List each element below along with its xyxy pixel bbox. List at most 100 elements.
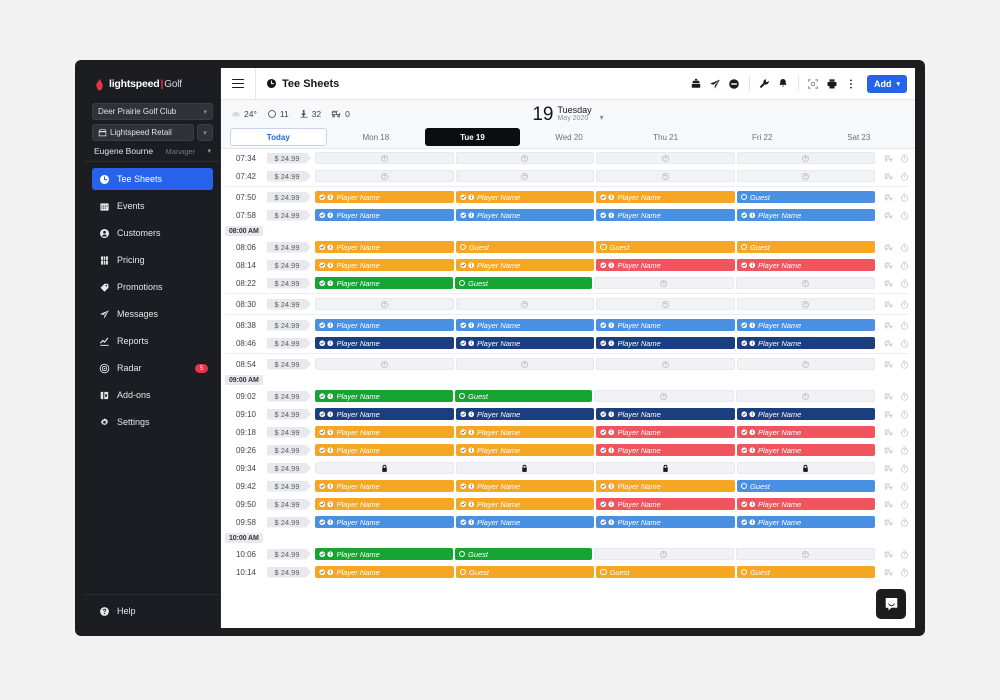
- golf-cart-icon[interactable]: [884, 568, 894, 577]
- day-tab-tue-19[interactable]: Tue 19: [425, 128, 520, 146]
- player-booking-slot[interactable]: Player Name: [315, 548, 453, 560]
- guest-booking-slot[interactable]: Guest: [736, 566, 875, 578]
- player-booking-slot[interactable]: Player Name: [455, 408, 594, 420]
- player-booking-slot[interactable]: Player Name: [596, 480, 735, 492]
- timer-icon[interactable]: [900, 321, 909, 330]
- empty-slot[interactable]: +: [596, 298, 735, 310]
- timer-icon[interactable]: [900, 261, 909, 270]
- golf-cart-icon[interactable]: [884, 154, 894, 163]
- empty-slot[interactable]: +: [315, 358, 454, 370]
- price-chip[interactable]: $ 24.99: [267, 549, 311, 560]
- empty-slot[interactable]: +: [315, 170, 454, 182]
- hamburger-icon[interactable]: [221, 68, 255, 99]
- timer-icon[interactable]: [900, 279, 909, 288]
- empty-slot[interactable]: +: [735, 548, 875, 560]
- guest-booking-slot[interactable]: Guest: [454, 390, 592, 402]
- guest-booking-slot[interactable]: Guest: [736, 241, 875, 253]
- app-selector[interactable]: Lightspeed Retail: [92, 124, 194, 141]
- guest-booking-slot[interactable]: Guest: [454, 277, 592, 289]
- sidebar-item-tee-sheets[interactable]: Tee Sheets: [92, 168, 213, 190]
- player-booking-slot[interactable]: Player Name: [596, 426, 735, 438]
- golf-cart-icon[interactable]: [884, 172, 894, 181]
- timer-icon[interactable]: [900, 392, 909, 401]
- empty-slot[interactable]: +: [735, 390, 875, 402]
- empty-slot[interactable]: +: [315, 298, 454, 310]
- day-tab-fri-22[interactable]: Fri 22: [715, 128, 810, 146]
- timer-icon[interactable]: [900, 300, 909, 309]
- timer-icon[interactable]: [900, 172, 909, 181]
- empty-slot[interactable]: +: [596, 358, 735, 370]
- player-booking-slot[interactable]: Player Name: [736, 209, 875, 221]
- golf-cart-icon[interactable]: [884, 193, 894, 202]
- sidebar-item-radar[interactable]: Radar 5: [92, 357, 213, 379]
- player-booking-slot[interactable]: Player Name: [596, 191, 735, 203]
- empty-slot[interactable]: +: [315, 152, 454, 164]
- price-chip[interactable]: $ 24.99: [267, 260, 311, 271]
- empty-slot[interactable]: +: [594, 548, 734, 560]
- player-booking-slot[interactable]: Player Name: [315, 191, 454, 203]
- player-booking-slot[interactable]: Player Name: [455, 191, 594, 203]
- player-booking-slot[interactable]: Player Name: [455, 319, 594, 331]
- empty-slot[interactable]: +: [736, 152, 875, 164]
- guest-booking-slot[interactable]: Guest: [596, 241, 735, 253]
- day-tab-today[interactable]: Today: [230, 128, 327, 146]
- golf-cart-icon[interactable]: [884, 550, 894, 559]
- day-tab-wed-20[interactable]: Wed 20: [522, 128, 617, 146]
- empty-slot[interactable]: +: [596, 170, 735, 182]
- player-booking-slot[interactable]: Player Name: [315, 566, 454, 578]
- golf-cart-icon[interactable]: [884, 279, 894, 288]
- printer-icon[interactable]: [823, 73, 842, 95]
- app-selector-dropdown[interactable]: ▾: [197, 124, 213, 141]
- empty-slot[interactable]: +: [455, 170, 594, 182]
- player-booking-slot[interactable]: Player Name: [736, 259, 875, 271]
- player-booking-slot[interactable]: Player Name: [736, 426, 875, 438]
- player-booking-slot[interactable]: Player Name: [315, 516, 454, 528]
- more-vertical-icon[interactable]: [842, 73, 861, 95]
- timer-icon[interactable]: [900, 482, 909, 491]
- player-booking-slot[interactable]: Player Name: [455, 259, 594, 271]
- player-booking-slot[interactable]: Player Name: [455, 209, 594, 221]
- empty-slot[interactable]: +: [455, 152, 594, 164]
- price-chip[interactable]: $ 24.99: [267, 299, 311, 310]
- sidebar-item-messages[interactable]: Messages: [92, 303, 213, 325]
- player-booking-slot[interactable]: Player Name: [315, 337, 454, 349]
- empty-slot[interactable]: +: [736, 298, 875, 310]
- no-entry-icon[interactable]: [725, 73, 744, 95]
- sidebar-item-settings[interactable]: Settings: [92, 411, 213, 433]
- sidebar-item-pricing[interactable]: Pricing: [92, 249, 213, 271]
- player-booking-slot[interactable]: Player Name: [315, 480, 454, 492]
- locked-slot[interactable]: [736, 462, 875, 474]
- golf-cart-icon[interactable]: [884, 482, 894, 491]
- golf-cart-icon[interactable]: [884, 261, 894, 270]
- club-selector[interactable]: Deer Prairie Golf Club ▾: [92, 103, 213, 120]
- golf-cart-icon[interactable]: [884, 300, 894, 309]
- player-booking-slot[interactable]: Player Name: [736, 337, 875, 349]
- golf-cart-icon[interactable]: [884, 360, 894, 369]
- player-booking-slot[interactable]: Player Name: [596, 444, 735, 456]
- price-chip[interactable]: $ 24.99: [267, 171, 311, 182]
- cash-register-icon[interactable]: [687, 73, 706, 95]
- chevron-down-icon[interactable]: ▾: [600, 113, 604, 124]
- guest-booking-slot[interactable]: Guest: [736, 191, 875, 203]
- guest-booking-slot[interactable]: Guest: [455, 241, 594, 253]
- player-booking-slot[interactable]: Player Name: [596, 498, 735, 510]
- timer-icon[interactable]: [900, 410, 909, 419]
- price-chip[interactable]: $ 24.99: [267, 463, 311, 474]
- timer-icon[interactable]: [900, 518, 909, 527]
- timer-icon[interactable]: [900, 360, 909, 369]
- player-booking-slot[interactable]: Player Name: [455, 480, 594, 492]
- price-chip[interactable]: $ 24.99: [267, 567, 311, 578]
- paper-plane-icon[interactable]: [706, 73, 725, 95]
- player-booking-slot[interactable]: Player Name: [455, 498, 594, 510]
- sidebar-item-reports[interactable]: Reports: [92, 330, 213, 352]
- price-chip[interactable]: $ 24.99: [267, 391, 311, 402]
- player-booking-slot[interactable]: Player Name: [596, 319, 735, 331]
- price-chip[interactable]: $ 24.99: [267, 359, 311, 370]
- empty-slot[interactable]: +: [736, 170, 875, 182]
- day-tab-sat-23[interactable]: Sat 23: [811, 128, 906, 146]
- timer-icon[interactable]: [900, 339, 909, 348]
- timer-icon[interactable]: [900, 464, 909, 473]
- golf-cart-icon[interactable]: [884, 428, 894, 437]
- golf-cart-icon[interactable]: [884, 243, 894, 252]
- price-chip[interactable]: $ 24.99: [267, 445, 311, 456]
